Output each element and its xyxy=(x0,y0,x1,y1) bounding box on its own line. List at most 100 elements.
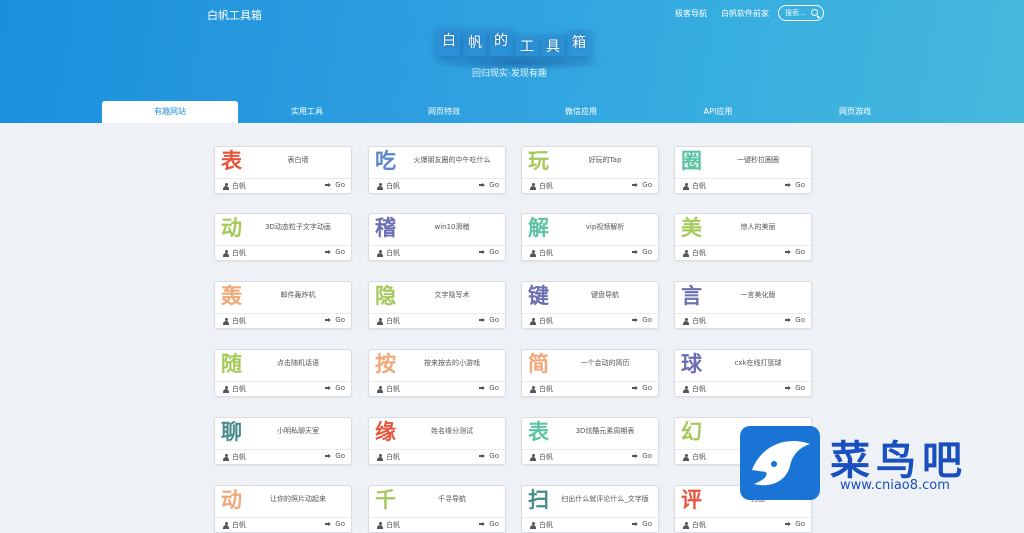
card-go-link[interactable]: Go xyxy=(325,520,345,528)
tool-card[interactable]: 稽 win10滑稽 白帆 Go xyxy=(368,213,506,261)
card-title[interactable]: 火爆朋友圈的中午吃什么 xyxy=(403,155,501,165)
tab-api-apps[interactable]: API应用 xyxy=(650,101,786,123)
tool-card[interactable]: 聊小明私聊天室 白帆 Go xyxy=(214,417,352,465)
card-title[interactable]: 扫出什么就评论什么_文字版 xyxy=(556,494,654,504)
card-title[interactable]: 一言美化版 xyxy=(709,290,807,300)
card-title[interactable]: 点击随机话语 xyxy=(249,358,347,368)
card-go-link[interactable]: Go xyxy=(632,248,652,256)
card-go-link[interactable]: Go xyxy=(325,384,345,392)
card-go-label[interactable]: Go xyxy=(795,384,805,392)
tool-card[interactable]: 表表白墙 白帆 Go xyxy=(214,146,352,194)
card-go-link[interactable]: Go xyxy=(785,316,805,324)
card-go-label[interactable]: Go xyxy=(335,452,345,460)
tool-card[interactable]: 轰邮件轰炸机 白帆 Go xyxy=(214,281,352,329)
card-go-label[interactable]: Go xyxy=(489,452,499,460)
card-title[interactable]: cxk在线打篮球 xyxy=(709,358,807,368)
card-go-link[interactable]: Go xyxy=(785,181,805,189)
card-title[interactable]: 小明私聊天室 xyxy=(249,426,347,436)
card-go-label[interactable]: Go xyxy=(489,248,499,256)
card-go-label[interactable]: Go xyxy=(795,181,805,189)
card-go-link[interactable]: Go xyxy=(632,452,652,460)
card-title[interactable]: 一个会动的简历 xyxy=(556,358,654,368)
card-go-link[interactable]: Go xyxy=(479,384,499,392)
tool-card[interactable]: 缘姓名缘分测试 白帆 Go xyxy=(368,417,506,465)
card-title[interactable]: 姓名缘分测试 xyxy=(403,426,501,436)
card-go-link[interactable]: Go xyxy=(479,452,499,460)
card-go-link[interactable]: Go xyxy=(325,181,345,189)
tool-card[interactable]: 按按来按去的小游戏 白帆 Go xyxy=(368,349,506,397)
card-title[interactable]: 好玩的Tap xyxy=(556,155,654,165)
card-title[interactable]: 邮件轰炸机 xyxy=(249,290,347,300)
card-title[interactable]: 表白墙 xyxy=(249,155,347,165)
card-go-label[interactable]: Go xyxy=(642,248,652,256)
tool-card[interactable]: 吃火爆朋友圈的中午吃什么 白帆 Go xyxy=(368,146,506,194)
card-go-label[interactable]: Go xyxy=(489,384,499,392)
card-go-label[interactable]: Go xyxy=(335,248,345,256)
card-go-label[interactable]: Go xyxy=(642,316,652,324)
card-go-link[interactable]: Go xyxy=(632,520,652,528)
tool-card[interactable]: 美惊人的美丽 白帆 Go xyxy=(674,213,812,261)
card-title[interactable]: win10滑稽 xyxy=(403,222,501,232)
card-go-label[interactable]: Go xyxy=(795,316,805,324)
tool-card[interactable]: 千千寻导航 白帆 Go xyxy=(368,485,506,533)
card-title[interactable]: 惊人的美丽 xyxy=(709,222,807,232)
card-go-link[interactable]: Go xyxy=(325,452,345,460)
card-go-label[interactable]: Go xyxy=(489,181,499,189)
tab-web-effects[interactable]: 网页特效 xyxy=(376,101,512,123)
card-title[interactable]: 让你的照片动起来 xyxy=(249,494,347,504)
card-go-label[interactable]: Go xyxy=(335,520,345,528)
tool-card[interactable]: 键键盘导航 白帆 Go xyxy=(521,281,659,329)
card-go-link[interactable]: Go xyxy=(479,520,499,528)
card-go-label[interactable]: Go xyxy=(642,520,652,528)
search-input[interactable] xyxy=(785,8,811,18)
card-title[interactable]: 按来按去的小游戏 xyxy=(403,358,501,368)
card-title[interactable]: vip视频解析 xyxy=(556,222,654,232)
brand-logo-text[interactable]: 白帆工具箱 xyxy=(207,7,262,23)
card-go-label[interactable]: Go xyxy=(642,384,652,392)
card-go-label[interactable]: Go xyxy=(642,452,652,460)
card-go-link[interactable]: Go xyxy=(325,316,345,324)
card-go-label[interactable]: Go xyxy=(489,520,499,528)
tab-web-games[interactable]: 网页游戏 xyxy=(787,101,923,123)
card-go-link[interactable]: Go xyxy=(479,248,499,256)
nav-link-software[interactable]: 白帆软件前家 xyxy=(721,8,769,19)
tool-card[interactable]: 解 vip视频解析 白帆 Go xyxy=(521,213,659,261)
card-go-link[interactable]: Go xyxy=(632,316,652,324)
tab-tools[interactable]: 实用工具 xyxy=(239,101,375,123)
card-go-link[interactable]: Go xyxy=(785,520,805,528)
tool-card[interactable]: 表 3D炫酷元素周期表 白帆 Go xyxy=(521,417,659,465)
nav-link-geek[interactable]: 极客导航 xyxy=(675,8,707,19)
card-go-link[interactable]: Go xyxy=(785,384,805,392)
card-go-link[interactable]: Go xyxy=(479,316,499,324)
card-go-label[interactable]: Go xyxy=(795,248,805,256)
card-title[interactable]: 3D动态粒子文字动画 xyxy=(249,222,347,232)
tool-card[interactable]: 随点击随机话语 白帆 Go xyxy=(214,349,352,397)
tool-card[interactable]: 动让你的照片动起来 白帆 Go xyxy=(214,485,352,533)
tool-card[interactable]: 玩好玩的Tap 白帆 Go xyxy=(521,146,659,194)
card-go-link[interactable]: Go xyxy=(479,181,499,189)
search-icon[interactable] xyxy=(811,9,818,16)
tool-card[interactable]: 简一个会动的简历 白帆 Go xyxy=(521,349,659,397)
tab-wechat-apps[interactable]: 微信应用 xyxy=(513,101,649,123)
tool-card[interactable]: 球 cxk在线打篮球 白帆 Go xyxy=(674,349,812,397)
search-box[interactable] xyxy=(778,5,824,21)
tool-card[interactable]: 扫扫出什么就评论什么_文字版 白帆 Go xyxy=(521,485,659,533)
tool-card[interactable]: 言一言美化版 白帆 Go xyxy=(674,281,812,329)
card-go-link[interactable]: Go xyxy=(632,181,652,189)
card-go-label[interactable]: Go xyxy=(795,520,805,528)
card-go-label[interactable]: Go xyxy=(489,316,499,324)
card-go-link[interactable]: Go xyxy=(632,384,652,392)
card-title[interactable]: 3D炫酷元素周期表 xyxy=(556,426,654,436)
card-go-link[interactable]: Go xyxy=(785,248,805,256)
card-go-label[interactable]: Go xyxy=(642,181,652,189)
card-title[interactable]: 一键秒拉圈圈 xyxy=(709,155,807,165)
card-go-label[interactable]: Go xyxy=(335,316,345,324)
tab-fun-sites[interactable]: 有趣网站 xyxy=(102,101,238,123)
card-title[interactable]: 千寻导航 xyxy=(403,494,501,504)
card-go-label[interactable]: Go xyxy=(335,181,345,189)
tool-card[interactable]: 动 3D动态粒子文字动画 白帆 Go xyxy=(214,213,352,261)
card-go-link[interactable]: Go xyxy=(325,248,345,256)
tool-card[interactable]: 圈一键秒拉圈圈 白帆 Go xyxy=(674,146,812,194)
card-go-label[interactable]: Go xyxy=(335,384,345,392)
tool-card[interactable]: 隐文字隐写术 白帆 Go xyxy=(368,281,506,329)
